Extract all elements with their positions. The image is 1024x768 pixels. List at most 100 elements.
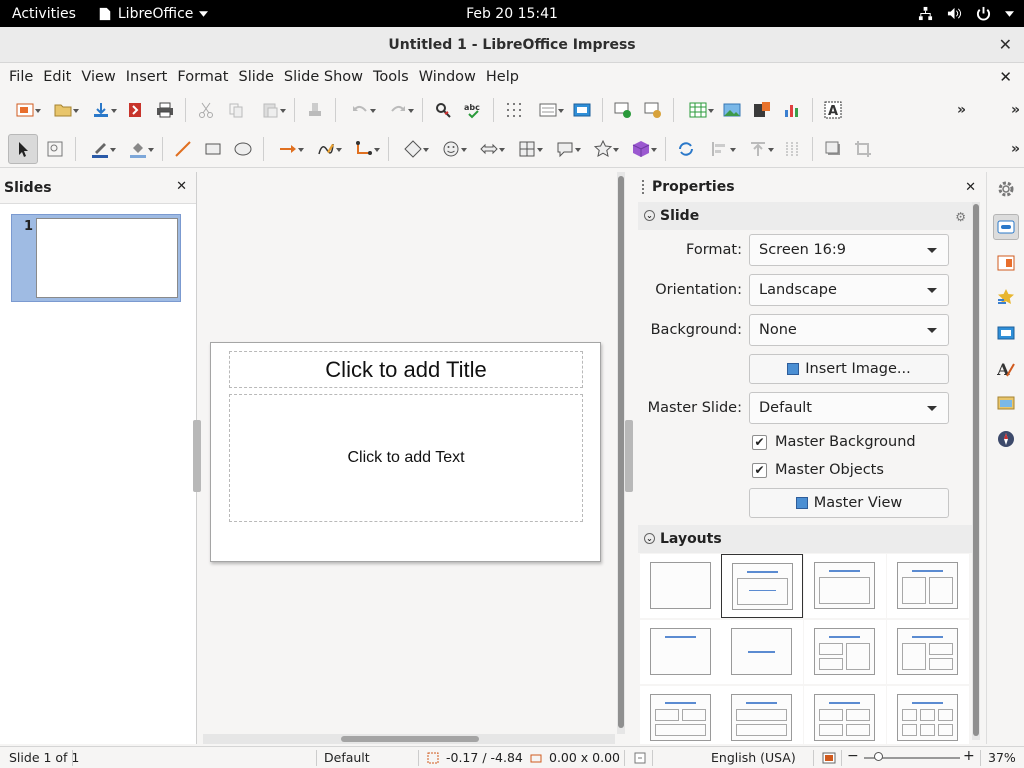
sidebar-slide-transition-button[interactable] (993, 250, 1019, 276)
find-replace-button[interactable] (430, 97, 456, 123)
export-pdf-button[interactable] (122, 97, 148, 123)
properties-close-button[interactable]: ✕ (965, 180, 976, 195)
undo-button[interactable] (343, 97, 377, 123)
slide-canvas[interactable]: Click to add Title Click to add Text (210, 342, 601, 562)
master-slide-name[interactable]: Default (324, 750, 370, 765)
select-tool-button[interactable] (8, 133, 38, 164)
line-tool-button[interactable] (170, 136, 196, 162)
properties-scrollbar[interactable] (972, 202, 980, 740)
distribute-button[interactable] (779, 136, 805, 162)
rectangle-tool-button[interactable] (200, 136, 226, 162)
text-placeholder[interactable]: Click to add Text (229, 394, 583, 522)
slides-pane-close-button[interactable]: ✕ (176, 179, 187, 194)
master-slide-dropdown[interactable]: Default (749, 392, 949, 424)
insert-table-button[interactable] (681, 97, 715, 123)
title-placeholder[interactable]: Click to add Title (229, 351, 583, 388)
layout-title-2-content-over-content[interactable] (640, 686, 722, 744)
layout-title-content-over-content[interactable] (721, 686, 803, 744)
master-background-checkbox[interactable]: ✔ Master Background (752, 434, 916, 450)
symbol-shapes-button[interactable] (434, 136, 468, 162)
arrow-tool-button[interactable] (271, 136, 305, 162)
menu-slide[interactable]: Slide (233, 69, 278, 85)
vertical-scrollbar[interactable] (617, 172, 625, 734)
sidebar-gallery-button[interactable] (993, 390, 1019, 416)
more-options-icon[interactable]: ⚙ (955, 210, 966, 224)
activities-button[interactable]: Activities (0, 6, 88, 22)
menu-edit[interactable]: Edit (38, 69, 76, 85)
document-close-button[interactable]: ✕ (999, 68, 1012, 86)
layouts-section-header[interactable]: ⌄ Layouts (638, 525, 972, 553)
grid-button[interactable] (501, 97, 527, 123)
master-slide-button[interactable] (569, 97, 595, 123)
menu-tools[interactable]: Tools (368, 69, 414, 85)
connector-tool-button[interactable] (347, 136, 381, 162)
insert-chart-button[interactable] (779, 97, 805, 123)
cut-button[interactable] (193, 97, 219, 123)
zoom-out-button[interactable]: − (847, 748, 859, 764)
menu-window[interactable]: Window (414, 69, 481, 85)
insert-image-button[interactable] (719, 97, 745, 123)
menu-file[interactable]: File (4, 69, 38, 85)
save-button[interactable] (84, 97, 118, 123)
system-tray[interactable] (918, 0, 1014, 27)
sidebar-animation-button[interactable] (993, 284, 1019, 310)
master-view-button[interactable]: Master View (749, 488, 949, 518)
sidebar-master-slides-button[interactable] (993, 320, 1019, 346)
paste-button[interactable] (253, 97, 287, 123)
sidebar-styles-button[interactable]: A (993, 356, 1019, 382)
slide-workspace[interactable]: Click to add Title Click to add Text (203, 172, 615, 734)
flowchart-button[interactable] (510, 136, 544, 162)
window-close-button[interactable]: ✕ (999, 35, 1012, 54)
sidebar-properties-button[interactable] (993, 214, 1019, 240)
arrange-button[interactable] (741, 136, 775, 162)
sidebar-collapse-handle[interactable] (625, 420, 633, 492)
layout-blank[interactable] (640, 554, 722, 618)
vertical-scroll-thumb[interactable] (618, 176, 624, 728)
copy-button[interactable] (223, 97, 249, 123)
fill-color-button[interactable] (121, 136, 155, 162)
block-arrows-button[interactable] (472, 136, 506, 162)
layout-title-only[interactable] (640, 620, 722, 684)
display-views-button[interactable] (531, 97, 565, 123)
start-from-current-button[interactable] (640, 97, 666, 123)
open-button[interactable] (46, 97, 80, 123)
orientation-dropdown[interactable]: Landscape (749, 274, 949, 306)
menu-slide-show[interactable]: Slide Show (279, 69, 368, 85)
clone-formatting-button[interactable] (302, 97, 328, 123)
layout-title-content[interactable] (721, 554, 803, 618)
sidebar-settings-button[interactable] (993, 176, 1019, 202)
layout-title-6-content[interactable] (887, 686, 969, 744)
redo-button[interactable] (381, 97, 415, 123)
layout-title-content-and-2-content[interactable] (887, 620, 969, 684)
drag-grip-icon[interactable] (642, 180, 644, 194)
toolbar-overflow-button[interactable]: » (957, 102, 966, 118)
basic-shapes-button[interactable] (396, 136, 430, 162)
background-dropdown[interactable]: None (749, 314, 949, 346)
format-dropdown[interactable]: Screen 16:9 (749, 234, 949, 266)
language[interactable]: English (USA) (711, 750, 796, 765)
stars-button[interactable] (586, 136, 620, 162)
toolbar-overflow-button[interactable]: » (1011, 141, 1020, 157)
insert-image-button[interactable]: Insert Image... (749, 354, 949, 384)
zoom-pan-button[interactable] (42, 136, 68, 162)
menu-format[interactable]: Format (172, 69, 233, 85)
ellipse-tool-button[interactable] (230, 136, 256, 162)
slide-thumbnail[interactable]: 1 (11, 214, 181, 302)
slides-pane-collapse-handle[interactable] (193, 420, 201, 492)
toolbar-overflow-button[interactable]: » (1011, 102, 1020, 118)
shadow-button[interactable] (820, 136, 846, 162)
rotate-button[interactable] (673, 136, 699, 162)
document-modified-icon[interactable] (634, 752, 646, 764)
print-button[interactable] (152, 97, 178, 123)
properties-scroll-thumb[interactable] (973, 204, 979, 736)
zoom-in-button[interactable]: + (963, 748, 975, 764)
layout-centered-text[interactable] (721, 620, 803, 684)
curve-tool-button[interactable] (309, 136, 343, 162)
menu-insert[interactable]: Insert (121, 69, 173, 85)
master-objects-checkbox[interactable]: ✔ Master Objects (752, 462, 884, 478)
layout-title-2-content-and-content[interactable] (804, 620, 886, 684)
menu-help[interactable]: Help (481, 69, 524, 85)
horizontal-scroll-thumb[interactable] (341, 736, 479, 742)
zoom-level[interactable]: 37% (988, 750, 1016, 765)
fit-slide-icon[interactable] (822, 751, 836, 765)
